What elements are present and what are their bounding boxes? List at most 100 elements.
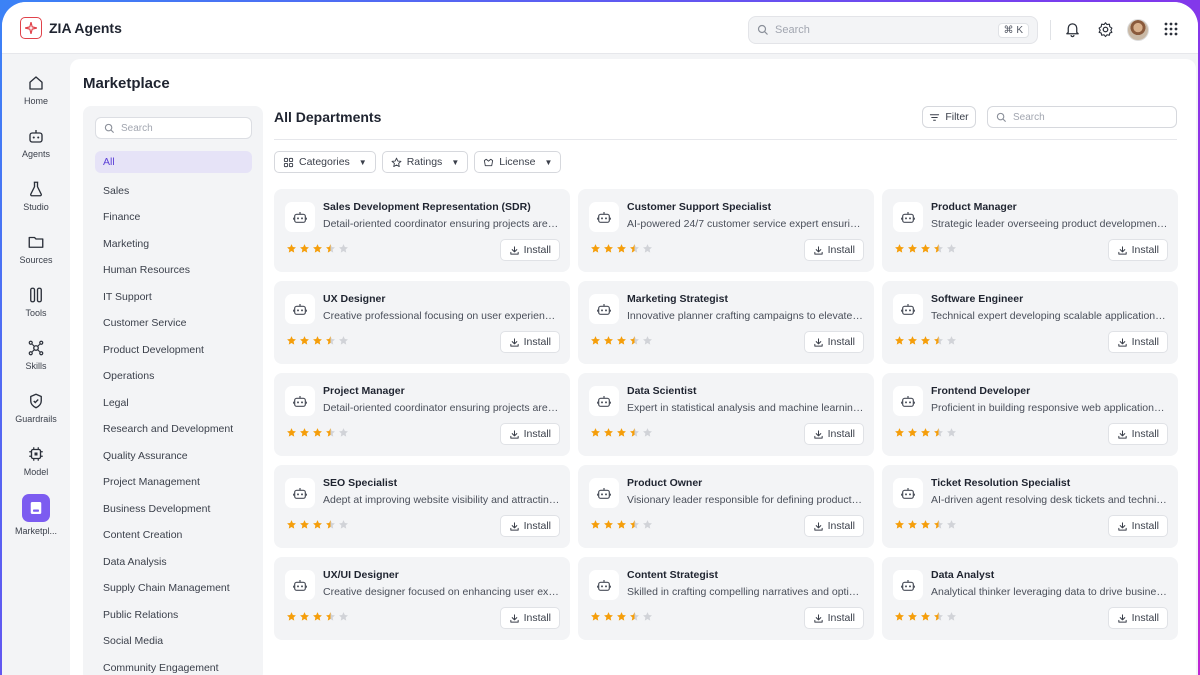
agent-card[interactable]: Product Owner Visionary leader responsibl… xyxy=(578,465,874,548)
install-button[interactable]: Install xyxy=(1107,331,1168,353)
apps-grid-icon[interactable] xyxy=(1161,19,1181,39)
agent-card[interactable]: Ticket Resolution Specialist AI-driven ag… xyxy=(882,465,1178,548)
department-item[interactable]: IT Support xyxy=(95,284,252,311)
star-icon xyxy=(947,428,956,437)
star-icon xyxy=(591,336,600,345)
department-item[interactable]: Research and Development xyxy=(95,416,252,443)
department-item[interactable]: Supply Chain Management xyxy=(95,575,252,602)
nav-item-model[interactable]: Model xyxy=(6,445,66,491)
filter-button[interactable]: Filter xyxy=(922,106,976,128)
robot-icon xyxy=(893,386,923,416)
avatar[interactable] xyxy=(1127,19,1149,41)
agent-card[interactable]: Data Scientist Expert in statistical anal… xyxy=(578,373,874,456)
agent-title: Ticket Resolution Specialist xyxy=(931,477,1071,489)
install-button[interactable]: Install xyxy=(803,239,864,261)
department-item[interactable]: Finance xyxy=(95,204,252,231)
nav-item-skills[interactable]: Skills xyxy=(6,339,66,385)
agent-card[interactable]: Software Engineer Technical expert develo… xyxy=(882,281,1178,364)
department-item[interactable]: Data Analysis xyxy=(95,549,252,576)
install-button[interactable]: Install xyxy=(1107,607,1168,629)
star-icon xyxy=(326,520,335,529)
install-label: Install xyxy=(1131,612,1159,624)
agent-search-input[interactable]: Search xyxy=(987,106,1177,128)
install-button[interactable]: Install xyxy=(499,239,560,261)
install-button[interactable]: Install xyxy=(499,423,560,445)
download-icon xyxy=(1117,337,1127,347)
download-icon xyxy=(813,245,823,255)
nav-item-guardrails[interactable]: Guardrails xyxy=(6,392,66,438)
agent-card[interactable]: SEO Specialist Adept at improving website… xyxy=(274,465,570,548)
nav-item-studio[interactable]: Studio xyxy=(6,180,66,226)
agent-card[interactable]: Content Strategist Skilled in crafting co… xyxy=(578,557,874,640)
license-dropdown[interactable]: License ▼ xyxy=(474,151,562,173)
agent-card[interactable]: Project Manager Detail-oriented coordinat… xyxy=(274,373,570,456)
star-icon xyxy=(287,336,296,345)
agent-card[interactable]: Customer Support Specialist AI-powered 24… xyxy=(578,189,874,272)
department-item[interactable]: Product Development xyxy=(95,337,252,364)
department-item[interactable]: Public Relations xyxy=(95,602,252,629)
agent-title: Content Strategist xyxy=(627,569,719,581)
download-icon xyxy=(1117,521,1127,531)
global-search-input[interactable]: Search ⌘ K xyxy=(748,16,1038,44)
install-button[interactable]: Install xyxy=(803,515,864,537)
install-button[interactable]: Install xyxy=(1107,423,1168,445)
nav-item-agents[interactable]: Agents xyxy=(6,127,66,173)
install-button[interactable]: Install xyxy=(803,331,864,353)
department-item[interactable]: All xyxy=(95,151,252,173)
nav-label: Studio xyxy=(23,202,49,212)
shortcut-badge: ⌘ K xyxy=(997,22,1029,38)
nav-item-tools[interactable]: Tools xyxy=(6,286,66,332)
department-search-input[interactable]: Search xyxy=(95,117,252,139)
nav-item-sources[interactable]: Sources xyxy=(6,233,66,279)
department-item[interactable]: Sales xyxy=(95,178,252,205)
star-icon xyxy=(908,612,917,621)
agent-card[interactable]: UX/UI Designer Creative designer focused … xyxy=(274,557,570,640)
agent-card[interactable]: Data Analyst Analytical thinker leveragin… xyxy=(882,557,1178,640)
star-icon xyxy=(313,244,322,253)
department-item[interactable]: Community Engagement xyxy=(95,655,252,675)
agent-card[interactable]: Marketing Strategist Innovative planner c… xyxy=(578,281,874,364)
nav-item-home[interactable]: Home xyxy=(6,74,66,120)
department-item[interactable]: Operations xyxy=(95,363,252,390)
search-icon xyxy=(757,24,768,35)
bell-icon[interactable] xyxy=(1062,19,1082,39)
install-button[interactable]: Install xyxy=(1107,239,1168,261)
robot-icon xyxy=(893,294,923,324)
agent-title: Product Manager xyxy=(931,201,1017,213)
department-item[interactable]: Customer Service xyxy=(95,310,252,337)
department-item[interactable]: Human Resources xyxy=(95,257,252,284)
install-button[interactable]: Install xyxy=(803,423,864,445)
star-icon xyxy=(326,428,335,437)
department-item[interactable]: Quality Assurance xyxy=(95,443,252,470)
install-button[interactable]: Install xyxy=(499,515,560,537)
star-icon xyxy=(895,612,904,621)
star-icon xyxy=(617,244,626,253)
department-item[interactable]: Business Development xyxy=(95,496,252,523)
download-icon xyxy=(813,521,823,531)
install-button[interactable]: Install xyxy=(499,331,560,353)
download-icon xyxy=(813,429,823,439)
department-item[interactable]: Marketing xyxy=(95,231,252,258)
agent-card[interactable]: Sales Development Representation (SDR) De… xyxy=(274,189,570,272)
install-button[interactable]: Install xyxy=(1107,515,1168,537)
install-button[interactable]: Install xyxy=(803,607,864,629)
department-item[interactable]: Social Media xyxy=(95,628,252,655)
brand[interactable]: ZIA Agents xyxy=(20,17,122,39)
download-icon xyxy=(813,337,823,347)
department-item[interactable]: Project Management xyxy=(95,469,252,496)
agent-card[interactable]: UX Designer Creative professional focusin… xyxy=(274,281,570,364)
gear-icon[interactable] xyxy=(1095,19,1115,39)
nav-item-marketplace[interactable]: Marketpl... xyxy=(6,494,66,540)
categories-dropdown[interactable]: Categories ▼ xyxy=(274,151,376,173)
chevron-down-icon: ▼ xyxy=(544,157,553,167)
ratings-dropdown[interactable]: Ratings ▼ xyxy=(381,151,469,173)
nav-label: Sources xyxy=(19,255,53,265)
department-item[interactable]: Legal xyxy=(95,390,252,417)
agent-card[interactable]: Frontend Developer Proficient in building… xyxy=(882,373,1178,456)
badge-icon xyxy=(484,158,494,166)
department-item[interactable]: Content Creation xyxy=(95,522,252,549)
star-icon xyxy=(921,612,930,621)
install-button[interactable]: Install xyxy=(499,607,560,629)
robot-icon xyxy=(285,478,315,508)
agent-card[interactable]: Product Manager Strategic leader overseei… xyxy=(882,189,1178,272)
